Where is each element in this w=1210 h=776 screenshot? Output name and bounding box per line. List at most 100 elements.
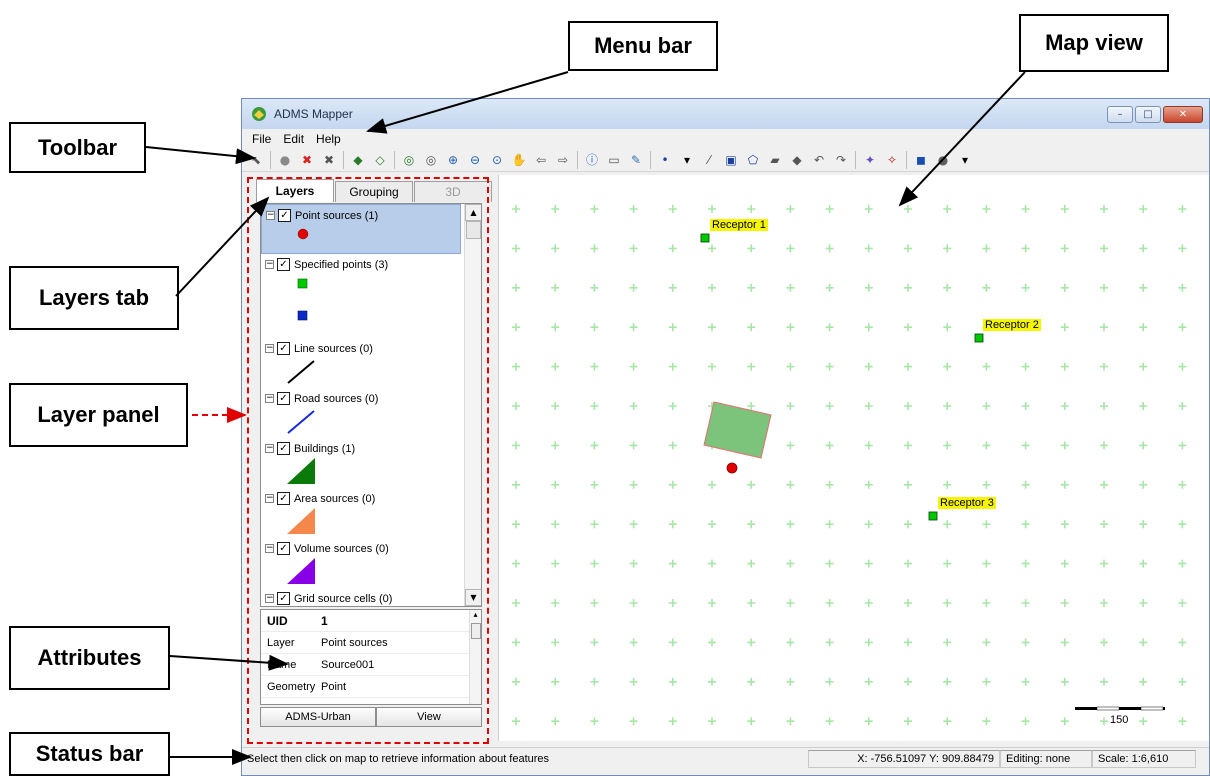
grid-point-marker bbox=[1139, 599, 1148, 607]
3d-box-icon[interactable]: ◼ bbox=[912, 151, 930, 169]
layer-checkbox[interactable]: ✓ bbox=[277, 492, 290, 505]
layer-label: Grid source cells (0) bbox=[294, 592, 393, 605]
grid-point-marker bbox=[982, 441, 991, 450]
grid-point-marker bbox=[1178, 441, 1187, 450]
zoom-layer-icon[interactable]: ◎ bbox=[422, 151, 440, 169]
redo-icon[interactable]: ↷ bbox=[832, 151, 850, 169]
building-polygon[interactable] bbox=[703, 401, 772, 459]
layer-line-sources[interactable]: − ✓ Line sources (0) bbox=[261, 338, 461, 388]
pin-gray-icon[interactable]: ✖ bbox=[320, 151, 338, 169]
3d-sphere-icon[interactable]: ● bbox=[934, 151, 952, 169]
maximize-button[interactable]: □ bbox=[1135, 106, 1161, 123]
receptor-marker[interactable] bbox=[928, 511, 938, 521]
label-style-icon[interactable]: ✧ bbox=[883, 151, 901, 169]
zoom-extents-icon[interactable]: ◎ bbox=[400, 151, 418, 169]
collapse-icon[interactable]: − bbox=[265, 444, 274, 453]
select-icon[interactable]: ⬉ bbox=[247, 151, 265, 169]
undo-icon[interactable]: ↶ bbox=[810, 151, 828, 169]
info-globe-icon[interactable]: ● bbox=[276, 151, 294, 169]
toolbar-arrow bbox=[145, 146, 256, 165]
attributes-callout: Attributes bbox=[9, 626, 170, 690]
layer-checkbox[interactable]: ✓ bbox=[278, 209, 291, 222]
grid-point-marker bbox=[1060, 480, 1069, 489]
point-icon[interactable]: • bbox=[656, 151, 674, 169]
green-triangle-icon bbox=[287, 458, 315, 484]
collapse-icon[interactable]: − bbox=[265, 594, 274, 603]
minimize-button[interactable]: – bbox=[1107, 106, 1133, 123]
view-button[interactable]: View bbox=[376, 707, 482, 727]
layer-checkbox[interactable]: ✓ bbox=[277, 342, 290, 355]
grid-point-marker bbox=[708, 638, 716, 647]
zoom-out-icon[interactable]: ⊖ bbox=[466, 151, 484, 169]
layer-specified-points[interactable]: − ✓ Specified points (3) bbox=[261, 254, 461, 338]
draw-line-icon[interactable]: ⁄ bbox=[700, 151, 718, 169]
vertex-icon[interactable]: ◆ bbox=[788, 151, 806, 169]
scroll-thumb[interactable] bbox=[466, 221, 481, 239]
layer-checkbox[interactable]: ✓ bbox=[277, 592, 290, 605]
scroll-down-icon[interactable]: ▼ bbox=[465, 589, 481, 606]
collapse-icon[interactable]: − bbox=[265, 394, 274, 403]
tab-3d[interactable]: 3D bbox=[414, 181, 492, 202]
layer-area-sources[interactable]: − ✓ Area sources (0) bbox=[261, 488, 461, 538]
dropdown-icon[interactable]: ▾ bbox=[678, 151, 696, 169]
layer-road-sources[interactable]: − ✓ Road sources (0) bbox=[261, 388, 461, 438]
menu-edit[interactable]: Edit bbox=[277, 132, 310, 146]
zoom-window-icon[interactable]: ⊙ bbox=[488, 151, 506, 169]
layer-list-scrollbar[interactable]: ▲ ▼ bbox=[464, 204, 481, 606]
draw-rect-icon[interactable]: ▣ bbox=[722, 151, 740, 169]
layer-checkbox[interactable]: ✓ bbox=[277, 542, 290, 555]
grid-point-marker bbox=[904, 480, 912, 489]
grid-point-marker bbox=[1021, 362, 1030, 371]
adms-urban-button[interactable]: ADMS-Urban bbox=[260, 707, 376, 727]
layer-buildings[interactable]: − ✓ Buildings (1) bbox=[261, 438, 461, 488]
menu-help[interactable]: Help bbox=[310, 132, 347, 146]
layer-checkbox[interactable]: ✓ bbox=[277, 392, 290, 405]
scroll-thumb[interactable] bbox=[471, 623, 481, 639]
forward-icon[interactable]: ⇨ bbox=[554, 151, 572, 169]
attributes-scrollbar[interactable]: ▴ bbox=[469, 610, 481, 704]
grid-point-marker bbox=[668, 559, 677, 568]
collapse-icon[interactable]: − bbox=[265, 494, 274, 503]
layer-point-sources[interactable]: − ✓ Point sources (1) bbox=[261, 204, 461, 254]
info-icon[interactable]: ⓘ bbox=[583, 151, 601, 169]
more-icon[interactable]: ▾ bbox=[956, 151, 974, 169]
receptor-marker[interactable] bbox=[974, 333, 984, 343]
receptor-marker[interactable] bbox=[700, 233, 710, 243]
collapse-icon[interactable]: − bbox=[265, 544, 274, 553]
layer-label: Line sources (0) bbox=[294, 342, 373, 355]
add-layer-icon[interactable]: ◆ bbox=[349, 151, 367, 169]
layer-checkbox[interactable]: ✓ bbox=[277, 442, 290, 455]
tab-layers[interactable]: Layers bbox=[256, 179, 334, 202]
draw-poly-icon[interactable]: ⬠ bbox=[744, 151, 762, 169]
grid-point-marker bbox=[1100, 283, 1108, 292]
layer-volume-sources[interactable]: − ✓ Volume sources (0) bbox=[261, 538, 461, 588]
zoom-in-icon[interactable]: ⊕ bbox=[444, 151, 462, 169]
grid-point-marker bbox=[1021, 402, 1030, 410]
grid-point-marker bbox=[551, 283, 560, 292]
close-button[interactable]: ✕ bbox=[1163, 106, 1203, 123]
back-icon[interactable]: ⇦ bbox=[532, 151, 550, 169]
point-source-marker[interactable] bbox=[726, 462, 738, 474]
scroll-up-icon[interactable]: ▴ bbox=[470, 610, 481, 619]
grid-point-marker bbox=[1100, 717, 1108, 726]
grid-point-marker bbox=[551, 402, 560, 410]
pin-red-icon[interactable]: ✖ bbox=[298, 151, 316, 169]
grid-point-marker bbox=[825, 402, 834, 410]
collapse-icon[interactable]: − bbox=[266, 211, 275, 220]
pan-icon[interactable]: ✋ bbox=[510, 151, 528, 169]
remove-layer-icon[interactable]: ◇ bbox=[371, 151, 389, 169]
layer-checkbox[interactable]: ✓ bbox=[277, 258, 290, 271]
layer-grid-source-cells[interactable]: − ✓ Grid source cells (0) bbox=[261, 588, 461, 606]
collapse-icon[interactable]: − bbox=[265, 344, 274, 353]
grid-point-marker bbox=[1139, 323, 1148, 332]
menu-file[interactable]: File bbox=[246, 132, 277, 146]
scroll-up-icon[interactable]: ▲ bbox=[465, 204, 481, 221]
map-canvas[interactable] bbox=[499, 175, 1210, 741]
measure-icon[interactable]: ✎ bbox=[627, 151, 645, 169]
edit-shape-icon[interactable]: ▰ bbox=[766, 151, 784, 169]
tab-grouping[interactable]: Grouping bbox=[335, 181, 413, 202]
map-view[interactable]: Receptor 1 Receptor 2 Receptor 3 150 bbox=[498, 175, 1210, 741]
style-icon[interactable]: ✦ bbox=[861, 151, 879, 169]
label-icon[interactable]: ▭ bbox=[605, 151, 623, 169]
collapse-icon[interactable]: − bbox=[265, 260, 274, 269]
